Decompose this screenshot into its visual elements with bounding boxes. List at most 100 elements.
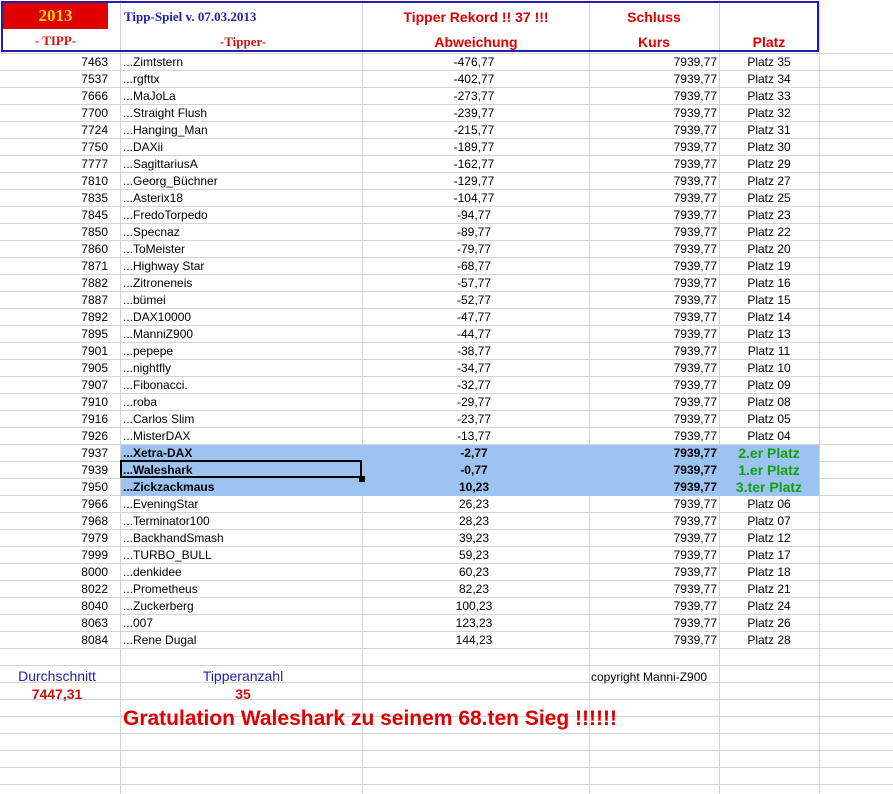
- kurs-cell[interactable]: 7939,77: [590, 479, 717, 496]
- tipp-value-cell[interactable]: 7845: [2, 207, 108, 224]
- kurs-cell[interactable]: 7939,77: [590, 258, 717, 275]
- tipp-value-cell[interactable]: 7939: [2, 462, 108, 479]
- abweichung-cell[interactable]: -94,77: [365, 207, 583, 224]
- abweichung-column-header[interactable]: Abweichung: [365, 34, 587, 50]
- kurs-cell[interactable]: 7939,77: [590, 462, 717, 479]
- tipper-name-cell[interactable]: ...roba: [123, 394, 361, 411]
- tipp-value-cell[interactable]: 7882: [2, 275, 108, 292]
- tipper-name-cell[interactable]: ...Prometheus: [123, 581, 361, 598]
- tipper-name-cell[interactable]: ...Fibonacci.: [123, 377, 361, 394]
- kurs-cell[interactable]: 7939,77: [590, 343, 717, 360]
- abweichung-cell[interactable]: -2,77: [365, 445, 583, 462]
- platz-column-header[interactable]: Platz: [720, 34, 818, 50]
- abweichung-cell[interactable]: -68,77: [365, 258, 583, 275]
- platz-cell[interactable]: 2.er Platz: [720, 445, 818, 462]
- tipp-value-cell[interactable]: 7950: [2, 479, 108, 496]
- kurs-cell[interactable]: 7939,77: [590, 71, 717, 88]
- tipp-value-cell[interactable]: 7724: [2, 122, 108, 139]
- abweichung-cell[interactable]: -34,77: [365, 360, 583, 377]
- tipper-name-cell[interactable]: ...MisterDAX: [123, 428, 361, 445]
- tipp-value-cell[interactable]: 8040: [2, 598, 108, 615]
- tipp-value-cell[interactable]: 7463: [2, 54, 108, 71]
- kurs-cell[interactable]: 7939,77: [590, 394, 717, 411]
- tipper-name-cell[interactable]: ...Asterix18: [123, 190, 361, 207]
- platz-cell[interactable]: Platz 25: [720, 190, 818, 207]
- abweichung-cell[interactable]: -57,77: [365, 275, 583, 292]
- tipp-value-cell[interactable]: 8000: [2, 564, 108, 581]
- kurs-cell[interactable]: 7939,77: [590, 173, 717, 190]
- copyright-text[interactable]: copyright Manni-Z900: [591, 670, 707, 684]
- kurs-cell[interactable]: 7939,77: [590, 292, 717, 309]
- platz-cell[interactable]: Platz 05: [720, 411, 818, 428]
- tipp-value-cell[interactable]: 7901: [2, 343, 108, 360]
- kurs-cell[interactable]: 7939,77: [590, 88, 717, 105]
- platz-cell[interactable]: Platz 26: [720, 615, 818, 632]
- kurs-cell[interactable]: 7939,77: [590, 224, 717, 241]
- tipper-name-cell[interactable]: ...bümei: [123, 292, 361, 309]
- tipp-value-cell[interactable]: 7916: [2, 411, 108, 428]
- abweichung-cell[interactable]: 123,23: [365, 615, 583, 632]
- fill-handle[interactable]: [359, 476, 365, 482]
- platz-cell[interactable]: Platz 30: [720, 139, 818, 156]
- tipper-name-cell[interactable]: ...Specnaz: [123, 224, 361, 241]
- tipper-name-cell[interactable]: ...Hanging_Man: [123, 122, 361, 139]
- tipper-column-header[interactable]: -Tipper-: [124, 34, 362, 50]
- tipp-value-cell[interactable]: 7777: [2, 156, 108, 173]
- platz-cell[interactable]: Platz 34: [720, 71, 818, 88]
- kurs-cell[interactable]: 7939,77: [590, 632, 717, 649]
- abweichung-cell[interactable]: -402,77: [365, 71, 583, 88]
- platz-cell[interactable]: Platz 17: [720, 547, 818, 564]
- tipper-name-cell[interactable]: ...rgfttx: [123, 71, 361, 88]
- tipper-name-cell[interactable]: ...Terminator100: [123, 513, 361, 530]
- tipper-name-cell[interactable]: ...Georg_Büchner: [123, 173, 361, 190]
- platz-cell[interactable]: Platz 09: [720, 377, 818, 394]
- platz-cell[interactable]: Platz 11: [720, 343, 818, 360]
- tipp-value-cell[interactable]: 7892: [2, 309, 108, 326]
- tipper-name-cell[interactable]: ...EveningStar: [123, 496, 361, 513]
- kurs-cell[interactable]: 7939,77: [590, 598, 717, 615]
- kurs-cell[interactable]: 7939,77: [590, 275, 717, 292]
- tipper-name-cell[interactable]: ...MaJoLa: [123, 88, 361, 105]
- tipp-value-cell[interactable]: 7887: [2, 292, 108, 309]
- abweichung-cell[interactable]: 28,23: [365, 513, 583, 530]
- tipp-value-cell[interactable]: 7850: [2, 224, 108, 241]
- platz-cell[interactable]: Platz 32: [720, 105, 818, 122]
- kurs-cell[interactable]: 7939,77: [590, 360, 717, 377]
- kurs-cell[interactable]: 7939,77: [590, 207, 717, 224]
- tipp-value-cell[interactable]: 7750: [2, 139, 108, 156]
- abweichung-cell[interactable]: 144,23: [365, 632, 583, 649]
- tipper-name-cell[interactable]: ...denkidee: [123, 564, 361, 581]
- tipp-value-cell[interactable]: 7999: [2, 547, 108, 564]
- platz-cell[interactable]: Platz 14: [720, 309, 818, 326]
- platz-cell[interactable]: Platz 20: [720, 241, 818, 258]
- tipper-name-cell[interactable]: ...Rene Dugal: [123, 632, 361, 649]
- platz-cell[interactable]: Platz 04: [720, 428, 818, 445]
- tipper-name-cell[interactable]: ...Straight Flush: [123, 105, 361, 122]
- kurs-cell[interactable]: 7939,77: [590, 54, 717, 71]
- abweichung-cell[interactable]: 60,23: [365, 564, 583, 581]
- tipper-name-cell[interactable]: ...Zitroneneis: [123, 275, 361, 292]
- average-value[interactable]: 7447,31: [2, 686, 112, 702]
- abweichung-cell[interactable]: 59,23: [365, 547, 583, 564]
- tipp-value-cell[interactable]: 8022: [2, 581, 108, 598]
- tipp-value-cell[interactable]: 7910: [2, 394, 108, 411]
- record-cell[interactable]: Tipper Rekord !! 37 !!!: [365, 9, 587, 25]
- abweichung-cell[interactable]: -32,77: [365, 377, 583, 394]
- tipper-name-cell[interactable]: ...007: [123, 615, 361, 632]
- tipp-value-cell[interactable]: 7810: [2, 173, 108, 190]
- tipp-value-cell[interactable]: 7871: [2, 258, 108, 275]
- platz-cell[interactable]: Platz 07: [720, 513, 818, 530]
- platz-cell[interactable]: Platz 16: [720, 275, 818, 292]
- platz-cell[interactable]: Platz 22: [720, 224, 818, 241]
- tipp-column-header[interactable]: - TIPP-: [3, 33, 108, 49]
- platz-cell[interactable]: 1.er Platz: [720, 462, 818, 479]
- kurs-cell[interactable]: 7939,77: [590, 105, 717, 122]
- abweichung-cell[interactable]: -104,77: [365, 190, 583, 207]
- platz-cell[interactable]: Platz 31: [720, 122, 818, 139]
- tipper-name-cell[interactable]: ...Zickzackmaus: [123, 479, 361, 496]
- abweichung-cell[interactable]: -47,77: [365, 309, 583, 326]
- kurs-cell[interactable]: 7939,77: [590, 564, 717, 581]
- kurs-cell[interactable]: 7939,77: [590, 513, 717, 530]
- tipper-name-cell[interactable]: ...TURBO_BULL: [123, 547, 361, 564]
- tipp-value-cell[interactable]: 8063: [2, 615, 108, 632]
